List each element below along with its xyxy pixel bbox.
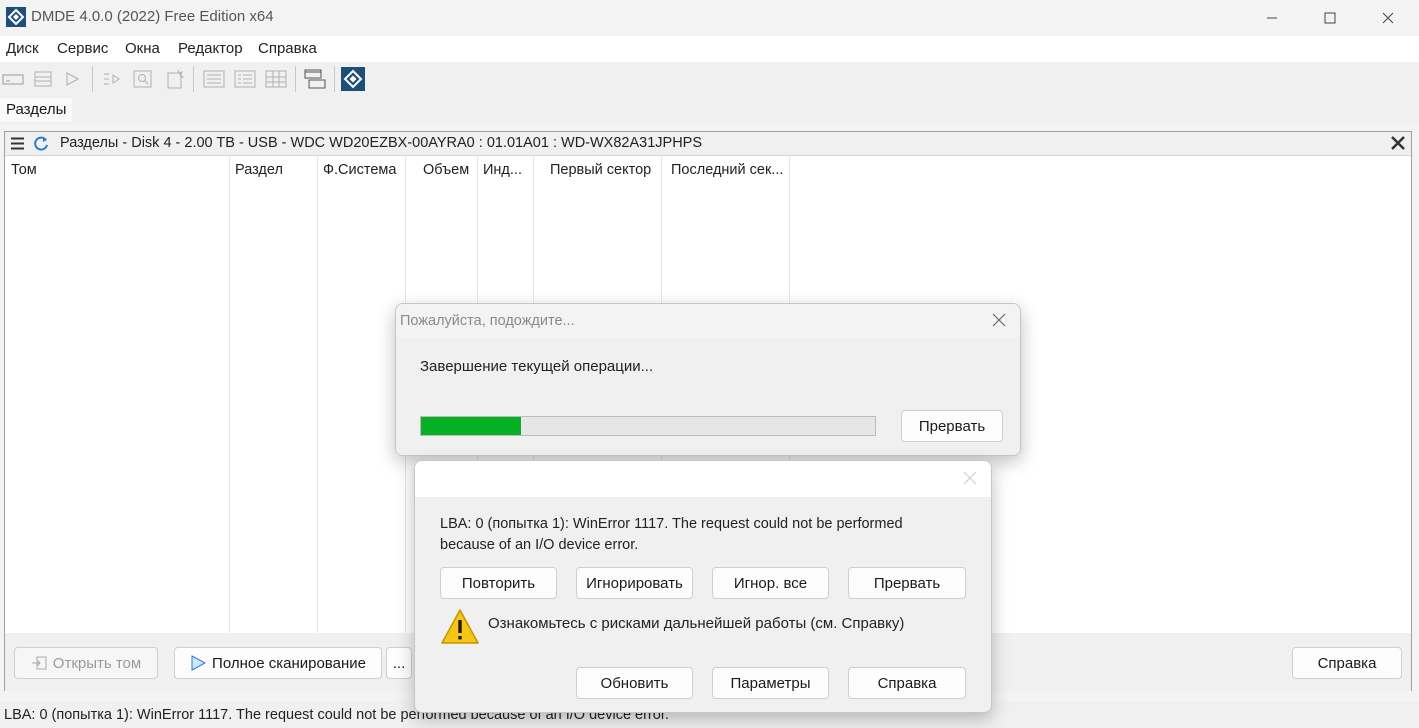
panel-title: Разделы - Disk 4 - 2.00 TB - USB - WDC W… [60,135,703,151]
progress-bar [420,416,876,436]
open-volume-label: Открыть том [52,654,142,672]
new-file-icon [167,69,185,89]
column-header-partition[interactable]: Раздел [235,162,283,178]
title-bar: DMDE 4.0.0 (2022) Free Edition x64 [0,0,1419,36]
panel-help-label: Справка [1317,654,1377,672]
view-grid-icon [265,70,287,88]
view-list-icon [234,70,256,88]
wait-dialog-titlebar: Пожалуйста, подождите... [396,304,1020,338]
parameters-button[interactable]: Параметры [712,667,829,699]
windows-icon [304,69,326,89]
play-scan-icon [191,655,207,671]
partitions-button[interactable] [31,67,55,91]
ignore-label: Игнорировать [586,574,683,592]
abort-label: Прервать [873,574,941,592]
refresh-label: Обновить [600,674,669,692]
ignore-button[interactable]: Игнорировать [576,567,693,599]
open-disk-button[interactable] [1,67,25,91]
column-header-size[interactable]: Объем [423,162,469,178]
open-disk-icon [2,74,24,85]
close-icon [1382,12,1394,24]
panel-close-icon[interactable] [1389,134,1407,152]
minimize-button[interactable] [1243,0,1301,36]
view-text-button[interactable] [202,67,226,91]
wait-dialog-message: Завершение текущей операции... [420,358,654,375]
go-to-button[interactable] [101,67,125,91]
progress-bar-fill [421,417,521,435]
play-icon [66,72,80,86]
dmde-logo-button[interactable] [341,67,365,91]
maximize-icon [1324,12,1336,24]
wait-dialog-title: Пожалуйста, подождите... [400,313,575,329]
wait-abort-label: Прервать [918,417,986,435]
open-volume-button[interactable]: Открыть том [14,647,158,679]
error-dialog-titlebar [415,461,991,497]
toolbar-separator [295,66,296,92]
ignore-all-label: Игнор. все [733,574,808,592]
error-dialog: LBA: 0 (попытка 1): WinError 1117. The r… [414,460,992,713]
panel-header: Разделы - Disk 4 - 2.00 TB - USB - WDC W… [5,132,1411,156]
maximize-button[interactable] [1301,0,1359,36]
warning-text: Ознакомьтесь с рисками дальнейшей работы… [488,615,905,632]
toolbar-separator [193,66,194,92]
toolbar-separator [92,66,93,92]
column-divider[interactable] [317,156,318,633]
close-window-button[interactable] [1359,0,1417,36]
error-dialog-close-icon[interactable] [962,470,978,486]
window-title: DMDE 4.0.0 (2022) Free Edition x64 [31,8,274,25]
error-message: LBA: 0 (попытка 1): WinError 1117. The r… [440,516,903,553]
hamburger-menu-icon[interactable] [11,137,24,150]
column-header-filesystem[interactable]: Ф.Система [323,162,396,178]
play-button[interactable] [60,67,84,91]
more-options-label: ... [392,654,406,672]
abort-button[interactable]: Прервать [848,567,966,599]
menu-service[interactable]: Сервис [57,40,108,57]
dmde-app-icon [6,7,26,27]
search-button[interactable] [131,67,155,91]
view-list-button[interactable] [233,67,257,91]
more-options-button[interactable]: ... [386,647,412,679]
panel-help-button[interactable]: Справка [1292,647,1402,679]
menu-help[interactable]: Справка [258,40,317,57]
retry-label: Повторить [461,574,536,592]
warning-icon [441,609,479,644]
full-scan-label: Полное сканирование [212,654,366,672]
partitions-icon [34,71,52,87]
view-grid-button[interactable] [264,67,288,91]
tab-partitions[interactable]: Разделы [0,98,73,122]
error-help-button[interactable]: Справка [848,667,966,699]
retry-button[interactable]: Повторить [440,567,557,599]
menu-bar: Диск Сервис Окна Редактор Справка [0,36,1419,62]
full-scan-button[interactable]: Полное сканирование [174,647,382,679]
wait-dialog-body: Завершение текущей операции... Прервать [396,338,1020,455]
ignore-all-button[interactable]: Игнор. все [712,567,829,599]
new-file-button[interactable] [163,67,187,91]
view-text-icon [203,70,225,88]
menu-editor[interactable]: Редактор [178,40,243,57]
column-header-volume[interactable]: Том [11,162,37,178]
parameters-label: Параметры [730,674,811,692]
toolbar-separator [334,66,335,92]
search-icon [133,70,152,88]
error-help-label: Справка [877,674,937,692]
go-to-icon [104,73,120,85]
column-divider[interactable] [229,156,230,633]
minimize-icon [1267,17,1277,19]
wait-dialog: Пожалуйста, подождите... Завершение теку… [395,303,1021,456]
wait-dialog-close-icon[interactable] [991,312,1007,328]
windows-button[interactable] [303,67,327,91]
refresh-icon[interactable] [32,135,50,153]
tab-strip: Разделы [0,96,1419,124]
column-header-last-sector[interactable]: Последний сек... [671,162,783,178]
wait-abort-button[interactable]: Прервать [901,410,1003,442]
column-header-index[interactable]: Инд... [483,162,522,178]
toolbar [0,62,1419,96]
open-volume-icon [31,656,47,670]
menu-windows[interactable]: Окна [125,40,160,57]
menu-disk[interactable]: Диск [6,40,39,57]
column-header-first-sector[interactable]: Первый сектор [550,162,651,178]
dmde-logo-icon [341,67,365,91]
refresh-button[interactable]: Обновить [576,667,693,699]
